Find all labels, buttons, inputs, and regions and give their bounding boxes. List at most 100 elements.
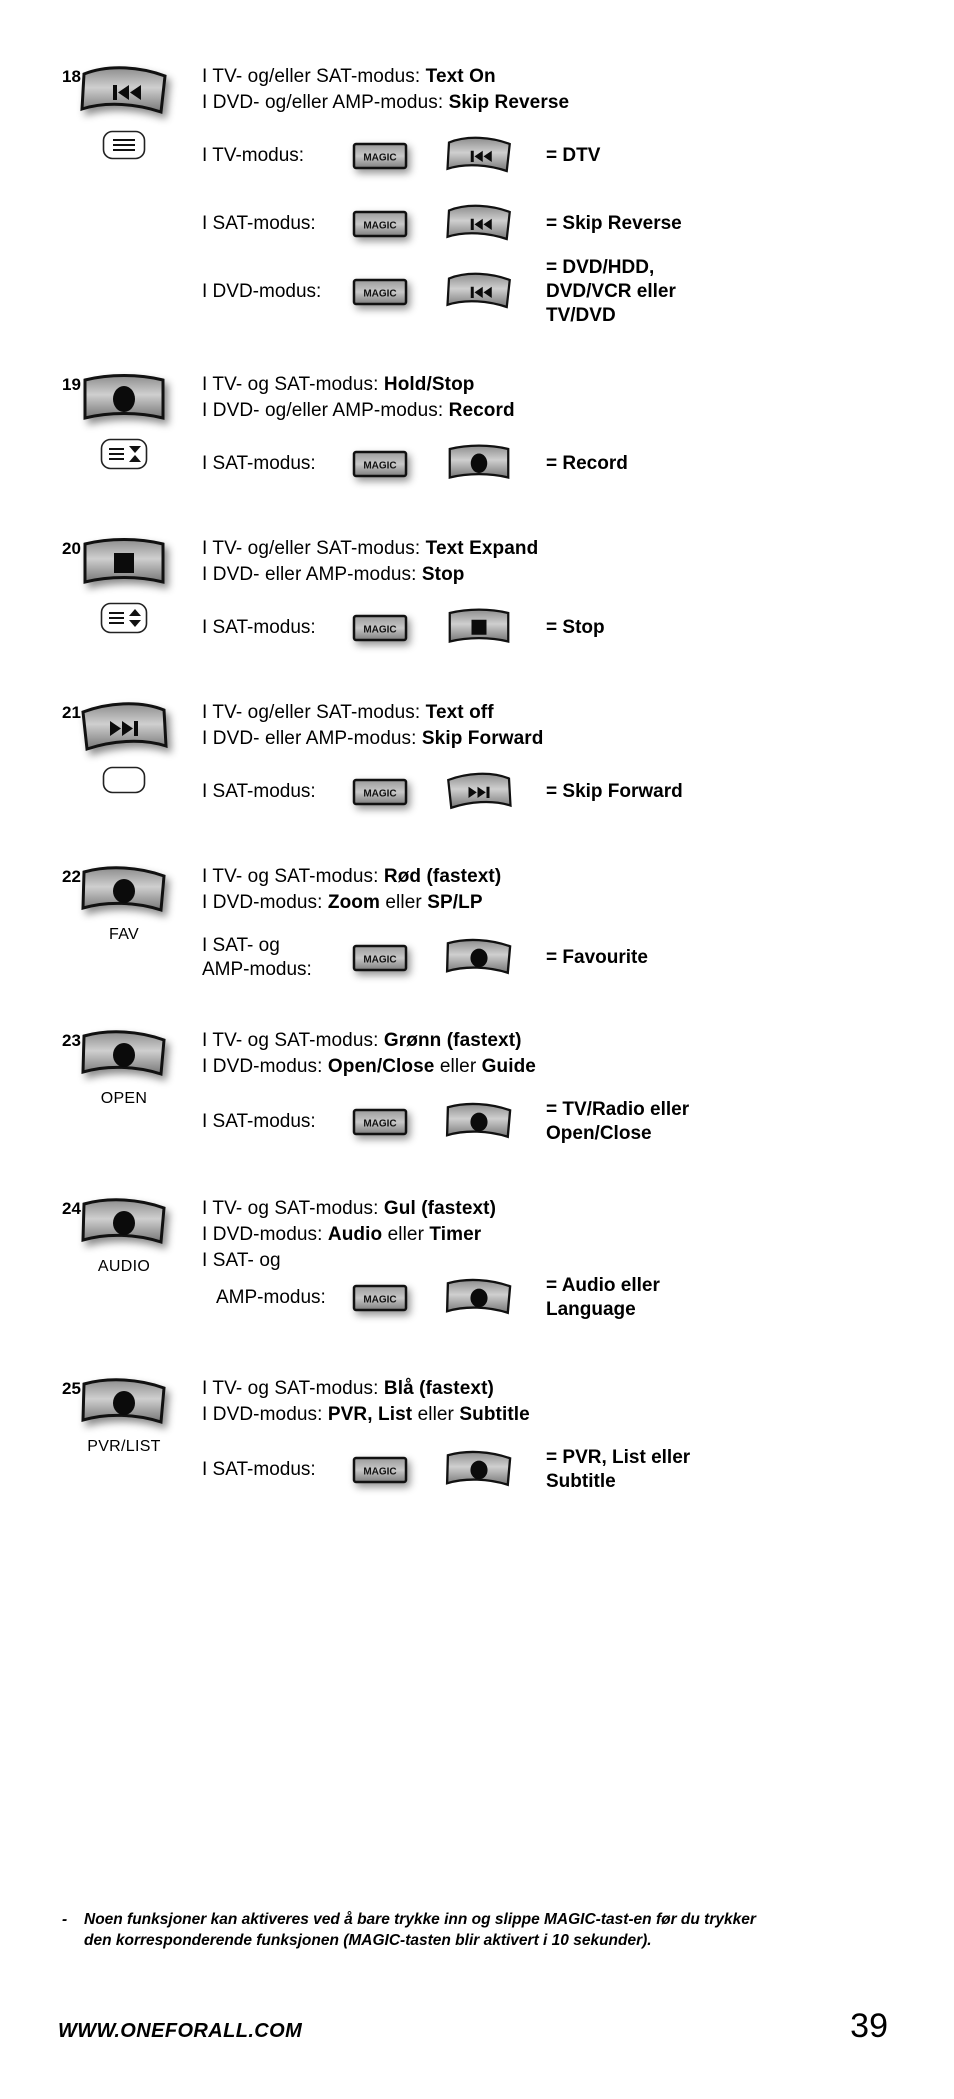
key-label: OPEN [100, 1090, 148, 1107]
entry-text: I TV- og SAT-modus: Gul (fastext) I DVD-… [178, 1196, 954, 1322]
entry-20: 20 I TV- og/eller SAT-modus: Text Expand… [0, 536, 954, 650]
entry-24: 24 AUDIO I TV- og SAT-modus: Gul (fastex… [0, 1196, 954, 1322]
skip-reverse-key-icon [79, 64, 169, 120]
svg-text:MAGIC: MAGIC [363, 789, 396, 800]
skip-forward-key-icon [79, 700, 169, 756]
svg-text:MAGIC: MAGIC [363, 289, 396, 300]
combo-mode: I SAT-modus: [202, 453, 316, 474]
skip-forward-key-icon [444, 771, 536, 813]
entry-key-illustration [70, 536, 178, 634]
combo-mode: I SAT-modus: [202, 617, 316, 638]
combo-row: I SAT- og AMP-modus: MAGIC = Favourite [202, 934, 954, 982]
entry-19: 19 I TV- og SAT-modus: Hold/Stop I DVD- … [0, 372, 954, 486]
entry-key-illustration [70, 700, 178, 794]
text-off-icon [102, 766, 146, 794]
combo-row: I SAT-modus: MAGIC = TV/Radio eller Open… [202, 1098, 954, 1146]
entry-text: I TV- og SAT-modus: Rød (fastext) I DVD-… [178, 864, 954, 982]
entry-key-illustration: PVR/LIST [70, 1376, 178, 1455]
mode-line: I DVD-modus: Zoom eller SP/LP [202, 892, 483, 913]
combo-result: = TV/Radio eller Open/Close [546, 1099, 690, 1144]
mode-line: I TV- og SAT-modus: Blå (fastext) [202, 1378, 494, 1399]
key-label: FAV [109, 926, 139, 943]
mode-line: I TV- og SAT-modus: Hold/Stop [202, 374, 475, 395]
combo-result: = PVR, List eller Subtitle [546, 1447, 691, 1492]
record-dot-key-icon [79, 372, 169, 428]
magic-key-icon: MAGIC [352, 1284, 444, 1312]
magic-key-icon: MAGIC [352, 450, 444, 478]
svg-text:MAGIC: MAGIC [363, 1467, 396, 1478]
combo-row: I SAT-modus: MAGIC = Record [202, 442, 954, 486]
entry-number: 22 [62, 867, 81, 886]
combo-mode: AMP-modus: [216, 1287, 326, 1308]
entry-key-illustration: FAV [70, 864, 178, 943]
magic-key-icon: MAGIC [352, 614, 444, 642]
combo-row: I SAT-modus: MAGIC = Skip Forward [202, 770, 954, 814]
combo-result: = Skip Forward [546, 781, 683, 802]
footnote-dash: - [62, 1911, 68, 1928]
entry-text: I TV- og SAT-modus: Hold/Stop I DVD- og/… [178, 372, 954, 486]
mode-line: I DVD- eller AMP-modus: Stop [202, 564, 465, 585]
combo-result: = Audio eller Language [546, 1275, 660, 1320]
combo-result: = Record [546, 453, 628, 474]
mode-line: I DVD-modus: Audio eller Timer [202, 1224, 482, 1245]
svg-text:MAGIC: MAGIC [363, 1295, 396, 1306]
entry-number: 19 [62, 375, 81, 394]
mode-line: I DVD- og/eller AMP-modus: Skip Reverse [202, 92, 570, 113]
combo-mode: I SAT-modus: [202, 1111, 316, 1132]
combo-row: AMP-modus: MAGIC = Audio eller Language [202, 1274, 954, 1322]
entry-number: 23 [62, 1031, 81, 1050]
combo-mode: I TV-modus: [202, 145, 305, 166]
mode-line: I TV- og/eller SAT-modus: Text On [202, 66, 496, 87]
combo-mode: I SAT- og AMP-modus: [202, 935, 312, 980]
text-lines-icon [102, 130, 146, 160]
round-dot-key-icon [444, 1449, 536, 1491]
combo-result: = DVD/HDD, DVD/VCR eller TV/DVD [546, 257, 676, 326]
skip-reverse-key-icon [444, 203, 536, 245]
svg-text:MAGIC: MAGIC [363, 1119, 396, 1130]
round-dot-key-icon [79, 1376, 169, 1430]
magic-key-icon: MAGIC [352, 278, 444, 306]
key-label: PVR/LIST [87, 1438, 161, 1455]
magic-key-icon: MAGIC [352, 944, 444, 972]
svg-text:MAGIC: MAGIC [363, 625, 396, 636]
round-dot-key-icon [79, 1196, 169, 1250]
magic-key-icon: MAGIC [352, 210, 444, 238]
combo-result: = Skip Reverse [546, 213, 682, 234]
magic-key-icon: MAGIC [352, 1456, 444, 1484]
combo-row: I SAT-modus: MAGIC = Stop [202, 606, 954, 650]
entry-text: I TV- og/eller SAT-modus: Text On I DVD-… [178, 64, 954, 328]
round-dot-key-icon [444, 1277, 536, 1319]
skip-reverse-key-icon [444, 271, 536, 313]
entry-25: 25 PVR/LIST I TV- og SAT-modus: Blå (fas… [0, 1376, 954, 1494]
entry-key-illustration [70, 372, 178, 470]
svg-text:MAGIC: MAGIC [363, 153, 396, 164]
mode-line: I DVD- eller AMP-modus: Skip Forward [202, 728, 544, 749]
combo-mode: I SAT-modus: [202, 213, 316, 234]
footnote: - Noen funksjoner kan aktiveres ved å ba… [62, 1909, 762, 1951]
entry-21: 21 I TV- og/eller SAT-modus: Text off I … [0, 700, 954, 814]
entry-number: 21 [62, 703, 81, 722]
text-expand-icon [100, 602, 148, 634]
svg-text:MAGIC: MAGIC [363, 221, 396, 232]
key-label: AUDIO [97, 1258, 151, 1275]
combo-row: I DVD-modus: MAGIC = DVD/HDD, DVD/VCR el… [202, 256, 954, 328]
mode-line: I TV- og SAT-modus: Grønn (fastext) [202, 1030, 522, 1051]
combo-result: = DTV [546, 145, 601, 166]
page-footer: WWW.ONEFORALL.COM 39 [58, 2009, 898, 2043]
text-hold-icon [100, 438, 148, 470]
manual-page: 18 I TV- og/eller SAT-modus: Text On I D… [0, 64, 954, 2099]
mode-line: I DVD-modus: Open/Close eller Guide [202, 1056, 536, 1077]
combo-mode: I DVD-modus: [202, 281, 322, 302]
mode-line: I TV- og SAT-modus: Gul (fastext) [202, 1198, 497, 1219]
mode-line: I SAT- og [202, 1250, 281, 1271]
mode-line: I TV- og/eller SAT-modus: Text Expand [202, 538, 539, 559]
mode-line: I DVD-modus: PVR, List eller Subtitle [202, 1404, 530, 1425]
svg-text:MAGIC: MAGIC [363, 955, 396, 966]
record-dot-key-icon [444, 443, 536, 485]
magic-key-icon: MAGIC [352, 142, 444, 170]
entry-key-illustration [70, 64, 178, 160]
footnote-text: Noen funksjoner kan aktiveres ved å bare… [84, 1911, 756, 1949]
svg-text:MAGIC: MAGIC [363, 461, 396, 472]
entry-number: 18 [62, 67, 81, 86]
combo-mode: I SAT-modus: [202, 781, 316, 802]
